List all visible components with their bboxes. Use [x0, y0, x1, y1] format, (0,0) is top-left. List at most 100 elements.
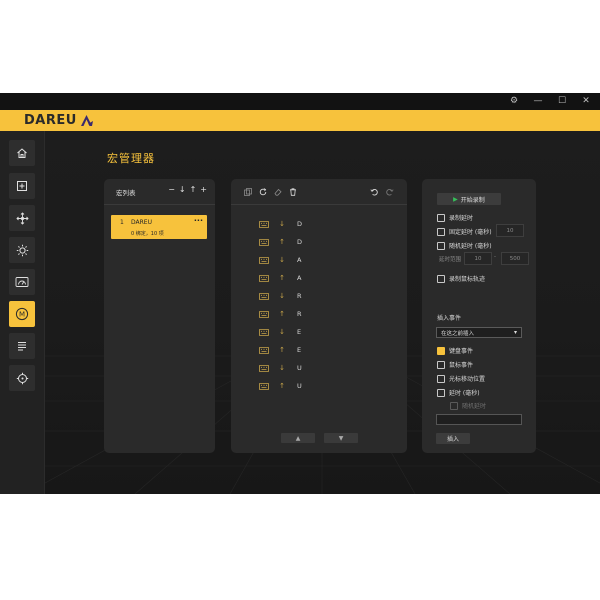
sidebar-item-macro[interactable]: M [9, 301, 35, 327]
insert-delay-checkbox[interactable] [437, 388, 445, 397]
key-down-arrow: ↓ [279, 256, 285, 264]
keyboard-icon [259, 382, 269, 390]
insert-position-select[interactable]: 在这之前插入 ▾ [436, 327, 522, 338]
refresh-icon[interactable] [258, 187, 267, 196]
eraser-icon[interactable] [273, 187, 282, 196]
cursor-position-checkbox[interactable] [437, 374, 445, 383]
keyboard-icon [259, 256, 269, 264]
keyboard-icon [259, 328, 269, 336]
logo-mark-icon [80, 115, 93, 126]
event-row[interactable]: ↓ R [259, 291, 302, 301]
insert-delay-label: 延时 (毫秒) [449, 390, 480, 397]
plus-square-icon [17, 181, 27, 191]
more-menu-icon[interactable]: ··· [194, 216, 203, 225]
sidebar-item-target[interactable] [9, 365, 35, 391]
remove-macro-icon[interactable]: − [168, 186, 175, 194]
fixed-delay-option[interactable]: 固定延时 (毫秒) [437, 227, 492, 236]
record-mouse-track-option[interactable]: 录制鼠标轨迹 [437, 274, 485, 283]
events-header [231, 179, 407, 205]
fixed-delay-checkbox[interactable] [437, 227, 445, 236]
event-row[interactable]: ↑ A [259, 273, 301, 283]
undo-icon[interactable] [369, 187, 378, 196]
insert-random-delay-label: 随机延时 [462, 403, 487, 410]
mouse-event-checkbox[interactable] [437, 360, 445, 369]
event-key: D [297, 238, 303, 246]
macro-name: DAREU [131, 219, 152, 226]
sidebar-item-list[interactable] [9, 333, 35, 359]
redo-icon[interactable] [385, 187, 394, 196]
random-delay-checkbox[interactable] [437, 241, 445, 250]
home-icon [17, 148, 27, 158]
insert-cursor-position-option[interactable]: 光标移动位置 [437, 374, 485, 383]
insert-event-label: 插入事件 [437, 315, 462, 322]
copy-icon[interactable] [243, 187, 252, 196]
mouse-event-label: 鼠标事件 [449, 362, 474, 369]
keyboard-event-label: 键盘事件 [449, 348, 474, 355]
range-max-input[interactable]: 500 [501, 252, 529, 265]
record-mouse-track-checkbox[interactable] [437, 274, 445, 283]
macro-list-item[interactable]: 1 DAREU 0 绑定，10 项 ··· [111, 215, 207, 239]
insert-mouse-event-option[interactable]: 鼠标事件 [437, 360, 473, 369]
sidebar-item-performance[interactable] [9, 269, 35, 295]
logo-text: DAREU [24, 113, 77, 128]
events-toolbar-right [369, 187, 394, 196]
move-down-button[interactable]: ▼ [324, 433, 358, 443]
delay-value-input[interactable] [436, 414, 522, 425]
sidebar-item-home[interactable] [9, 140, 35, 166]
event-row[interactable]: ↓ E [259, 327, 301, 337]
random-delay-option[interactable]: 随机延时 (毫秒) [437, 241, 492, 250]
event-row[interactable]: ↓ A [259, 255, 301, 265]
record-delay-label: 录制延时 [449, 215, 474, 222]
event-key: A [297, 256, 302, 264]
range-separator: - [494, 254, 496, 260]
key-down-arrow: ↓ [279, 292, 285, 300]
range-min-input[interactable]: 10 [464, 252, 492, 265]
trash-icon[interactable] [288, 187, 297, 196]
macro-meta: 0 绑定，10 项 [131, 231, 164, 237]
start-record-button[interactable]: ▶ 开始录制 [437, 193, 501, 205]
fixed-delay-input[interactable]: 10 [496, 224, 524, 237]
list-icon [18, 342, 26, 351]
record-mouse-track-label: 录制鼠标轨迹 [449, 276, 486, 283]
minimize-icon[interactable]: — [530, 95, 546, 108]
event-row[interactable]: ↑ R [259, 309, 302, 319]
event-row[interactable]: ↑ U [259, 381, 302, 391]
keyboard-event-checkbox[interactable] [437, 346, 445, 355]
macro-list-toolbar: − ↓ ↑ + [168, 186, 207, 194]
sun-icon [16, 244, 28, 256]
insert-keyboard-event-option[interactable]: 键盘事件 [437, 346, 473, 355]
event-row[interactable]: ↓ U [259, 363, 302, 373]
keyboard-icon [259, 310, 269, 318]
title-bar: ⚙ — ☐ ✕ [0, 93, 600, 110]
event-row[interactable]: ↓ D [259, 219, 302, 229]
sidebar-item-move[interactable] [9, 205, 35, 231]
insert-position-value: 在这之前插入 [441, 330, 475, 337]
event-key: E [297, 346, 302, 354]
insert-delay-option[interactable]: 延时 (毫秒) [437, 388, 480, 397]
macro-events-panel: ↓ D ↑ D ↓ A ↑ A ↓ R ↑ R ↓ E ↑ E ↓ U ↑ U … [231, 179, 407, 453]
close-icon[interactable]: ✕ [578, 95, 594, 108]
keyboard-icon [259, 364, 269, 372]
insert-random-delay-option[interactable]: 随机延时 [450, 401, 486, 410]
key-up-arrow: ↑ [279, 238, 285, 246]
key-down-arrow: ↓ [279, 220, 285, 228]
record-delay-option[interactable]: 录制延时 [437, 213, 473, 222]
import-macro-icon[interactable]: ↓ [179, 186, 186, 194]
export-macro-icon[interactable]: ↑ [190, 186, 197, 194]
sidebar-item-lighting[interactable] [9, 237, 35, 263]
delay-range-label: 延时范围 [439, 257, 462, 263]
event-row[interactable]: ↑ E [259, 345, 301, 355]
settings-icon[interactable]: ⚙ [506, 95, 522, 108]
keyboard-icon [259, 274, 269, 282]
add-macro-icon[interactable]: + [200, 186, 207, 194]
maximize-icon[interactable]: ☐ [554, 95, 570, 108]
move-up-button[interactable]: ▲ [281, 433, 315, 443]
insert-random-delay-checkbox[interactable] [450, 401, 458, 410]
event-key: R [297, 292, 302, 300]
record-delay-checkbox[interactable] [437, 213, 445, 222]
keyboard-icon [259, 238, 269, 246]
insert-button[interactable]: 插入 [436, 433, 470, 444]
sidebar-item-add[interactable] [9, 173, 35, 199]
event-row[interactable]: ↑ D [259, 237, 302, 247]
key-up-arrow: ↑ [279, 382, 285, 390]
